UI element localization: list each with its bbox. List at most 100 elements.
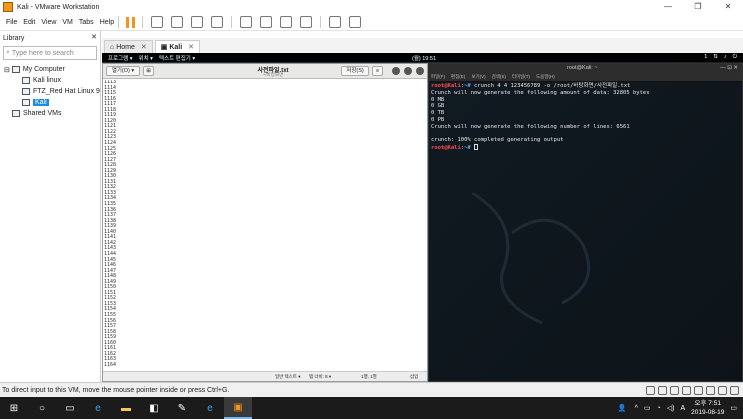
terminal-title: root@Kali: ~ <box>567 65 598 71</box>
tab-label: Home <box>116 43 135 51</box>
menubar: File Edit View VM Tabs Help <box>0 14 743 31</box>
terminal-window-controls[interactable]: — ⊡ ✕ <box>720 65 738 71</box>
tab-kali[interactable]: ▣ Kali ✕ <box>154 40 201 53</box>
terminal-menu-edit[interactable]: 편집(E) <box>451 74 465 81</box>
people-icon[interactable]: 👤 <box>618 404 627 412</box>
library-panel: Library ✕ ⌕ Type here to search ⊟ My Com… <box>0 31 101 382</box>
menu-edit[interactable]: Edit <box>23 19 35 26</box>
gedit-window[interactable]: 열기(O) ▾ ⊞ 사전파일.txt ~/바탕화면 저장(S) ≡ 1113 11… <box>102 63 428 382</box>
tab-width-selector[interactable]: 탭 너비: 8 ▾ <box>309 374 331 380</box>
menu-help[interactable]: Help <box>100 19 114 26</box>
tree-item-label: Kali <box>33 99 49 106</box>
library-search-input[interactable]: ⌕ Type here to search <box>3 46 97 60</box>
tree-item-kali-linux[interactable]: Kali linux <box>0 75 100 86</box>
terminal-menu-file[interactable]: 파일(F) <box>431 74 445 81</box>
printer-icon[interactable] <box>706 386 715 395</box>
task-view-icon[interactable]: ▭ <box>56 397 84 419</box>
terminal-menu-terminal[interactable]: 터미널(T) <box>512 74 530 81</box>
cd-drive-icon[interactable] <box>658 386 667 395</box>
library-close-icon[interactable]: ✕ <box>91 33 97 41</box>
action-center-icon[interactable]: ▭ <box>730 404 737 412</box>
display-icon[interactable] <box>718 386 727 395</box>
maximize-icon[interactable] <box>404 67 412 75</box>
volume-icon: ♪ <box>723 54 727 60</box>
device-icons <box>646 386 739 395</box>
applications-menu[interactable]: 프로그램 ▾ <box>108 54 133 62</box>
snapshot-icon[interactable] <box>171 16 184 28</box>
network-tray-icon[interactable]: ◔ <box>657 405 661 412</box>
file-explorer-icon[interactable]: ▬ <box>112 397 140 419</box>
menu-file[interactable]: File <box>6 19 17 26</box>
text-editor-area[interactable]: 1113 1114 1115 1116 1117 1118 1119 1120 1121 1122… <box>103 80 427 372</box>
vm-status-bar: To direct input to this VM, move the mou… <box>0 382 743 397</box>
tree-item-ftz-redhat[interactable]: FTZ_Red Hat Linux 9 <box>0 86 100 97</box>
edge-browser-icon[interactable]: e <box>84 397 112 419</box>
menu-vm[interactable]: VM <box>62 19 73 26</box>
tree-item-kali[interactable]: Kali <box>0 97 100 108</box>
close-button[interactable]: ✕ <box>713 0 743 14</box>
full-screen-icon[interactable] <box>280 16 293 28</box>
library-header: Library <box>0 31 100 45</box>
notepad-icon[interactable]: ✎ <box>168 397 196 419</box>
expand-icon[interactable]: ⊟ <box>4 66 12 74</box>
console-view-icon[interactable] <box>329 16 342 28</box>
hard-disk-icon[interactable] <box>646 386 655 395</box>
send-ctrl-alt-del-icon[interactable] <box>151 16 164 28</box>
usb-icon[interactable] <box>682 386 691 395</box>
panel-status-area[interactable]: 1 ⇅ ♪ ⏻ <box>704 54 737 61</box>
workspace-indicator[interactable]: 1 <box>704 54 707 61</box>
open-button[interactable]: 열기(O) ▾ <box>106 66 140 76</box>
network-adapter-icon[interactable] <box>670 386 679 395</box>
text-editor-menu[interactable]: 텍스트 편집기 ▾ <box>159 54 195 62</box>
window-title: Kali - VMware Workstation <box>17 3 100 11</box>
hamburger-menu-icon[interactable]: ≡ <box>372 66 383 76</box>
minimize-icon[interactable] <box>392 67 400 75</box>
document-path: ~/바탕화면 <box>262 72 284 77</box>
message-log-icon[interactable] <box>730 386 739 395</box>
terminal-window[interactable]: root@Kali: ~ — ⊡ ✕ 파일(F) 편집(E) 보기(V) 검색(… <box>428 63 743 382</box>
revert-snapshot-icon[interactable] <box>191 16 204 28</box>
terminal-menubar: 파일(F) 편집(E) 보기(V) 검색(S) 터미널(T) 도움말(H) <box>429 74 742 82</box>
store-icon[interactable]: ◧ <box>140 397 168 419</box>
pause-icon[interactable] <box>126 16 136 28</box>
edge-browser-icon-2[interactable]: e <box>196 397 224 419</box>
tab-label: Kali <box>169 43 183 51</box>
terminal-menu-help[interactable]: 도움말(H) <box>536 74 555 81</box>
sound-card-icon[interactable] <box>694 386 703 395</box>
tray-expand-icon[interactable]: ^ <box>635 405 638 412</box>
terminal-menu-view[interactable]: 보기(V) <box>471 74 485 81</box>
guest-screen[interactable]: 프로그램 ▾ 위치 ▾ 텍스트 편집기 ▾ (월) 19:51 1 ⇅ ♪ ⏻ … <box>102 53 743 382</box>
tab-close-icon[interactable]: ✕ <box>141 43 147 51</box>
thumbnail-bar-icon[interactable] <box>260 16 273 28</box>
tree-item-label: My Computer <box>22 66 65 73</box>
volume-tray-icon[interactable]: ◁) <box>667 404 675 412</box>
search-icon[interactable]: ○ <box>28 397 56 419</box>
panel-clock[interactable]: (월) 19:51 <box>412 54 436 62</box>
menu-tabs[interactable]: Tabs <box>79 19 94 26</box>
menu-view[interactable]: View <box>41 19 56 26</box>
terminal-menu-search[interactable]: 검색(S) <box>492 74 506 81</box>
new-document-icon[interactable]: ⊞ <box>143 66 154 76</box>
places-menu[interactable]: 위치 ▾ <box>139 54 153 62</box>
input-language[interactable]: A <box>680 405 685 412</box>
minimize-button[interactable]: — <box>653 0 683 14</box>
save-button[interactable]: 저장(S) <box>341 66 369 76</box>
tab-close-icon[interactable]: ✕ <box>188 43 194 51</box>
unity-icon[interactable] <box>300 16 313 28</box>
stretch-guest-icon[interactable] <box>349 16 362 28</box>
output-line: crunch: 100% completed generating output <box>431 137 564 144</box>
maximize-button[interactable]: ❐ <box>683 0 713 14</box>
tree-item-shared-vms[interactable]: Shared VMs <box>0 108 100 119</box>
battery-icon[interactable]: ▭ <box>644 404 651 412</box>
tree-item-my-computer[interactable]: ⊟ My Computer <box>0 64 100 75</box>
snapshot-manager-icon[interactable] <box>211 16 224 28</box>
tab-home[interactable]: ⌂ Home ✕ <box>104 40 153 53</box>
close-icon[interactable] <box>416 67 424 75</box>
language-selector[interactable]: 일반 텍스트 ▾ <box>275 374 300 380</box>
taskbar-clock[interactable]: 오후 7:51 2019-08-19 <box>691 399 724 417</box>
start-button-icon[interactable]: ⊞ <box>0 397 28 419</box>
vmware-taskbar-icon[interactable]: ▣ <box>224 397 252 419</box>
output-line: 0 TB <box>431 110 445 117</box>
terminal-output[interactable]: root@Kali:~# crunch 4 4 123456789 -o /ro… <box>429 82 742 153</box>
show-library-icon[interactable] <box>240 16 253 28</box>
